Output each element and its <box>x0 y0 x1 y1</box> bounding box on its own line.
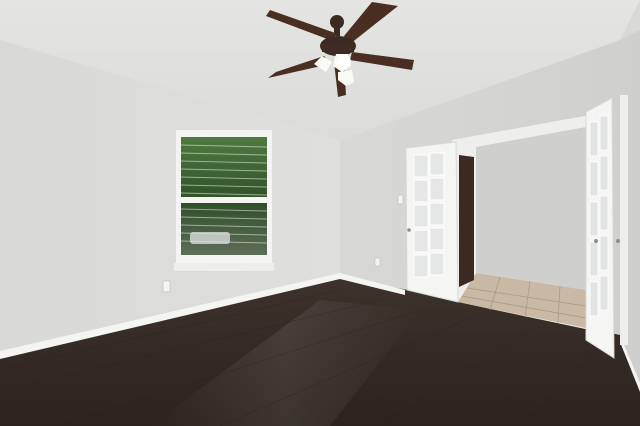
right-door-frame <box>620 95 628 345</box>
window-icon <box>174 130 274 271</box>
french-door-icon[interactable] <box>405 141 459 303</box>
room-scene <box>0 0 640 426</box>
outlet-icon-right <box>374 257 381 267</box>
interior-door <box>459 155 474 287</box>
outlet-icon <box>162 280 171 293</box>
light-switch-icon <box>397 194 404 205</box>
inner-room-wall <box>476 127 586 290</box>
